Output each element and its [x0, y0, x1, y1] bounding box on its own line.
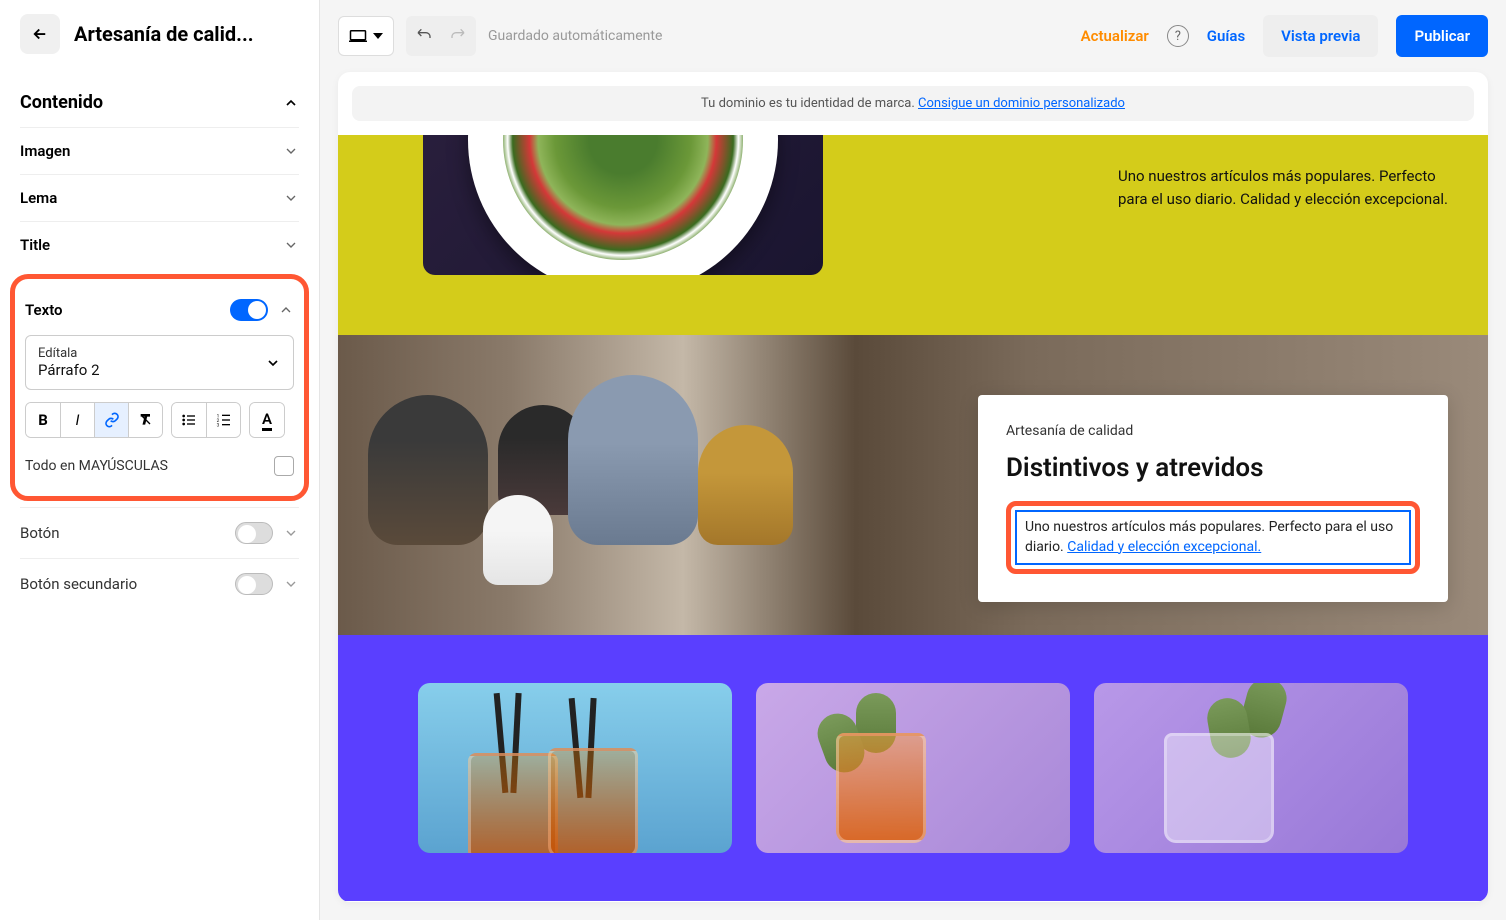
texto-section-highlight: Texto Edítala Párrafo 2 B I [10, 274, 309, 501]
section-title[interactable]: Title [20, 222, 299, 268]
link-button[interactable] [94, 403, 128, 437]
sidebar-title: Artesanía de calid... [74, 22, 254, 46]
text-format-toolbar: B I 123 A [25, 402, 294, 438]
chevron-down-icon [283, 190, 299, 206]
canvas: Tu dominio es tu identidad de marca. Con… [338, 72, 1488, 902]
section-lema[interactable]: Lema [20, 175, 299, 221]
undo-icon [414, 26, 434, 42]
banner-link[interactable]: Consigue un dominio personalizado [918, 96, 1125, 111]
chevron-down-icon [283, 143, 299, 159]
vista-previa-button[interactable]: Vista previa [1263, 15, 1378, 57]
card-subtitle[interactable]: Artesanía de calidad [1006, 423, 1420, 439]
drink-image-1 [418, 683, 732, 853]
section-imagen[interactable]: Imagen [20, 128, 299, 174]
section-label: Texto [25, 301, 63, 319]
chevron-down-icon [283, 525, 299, 541]
section-boton[interactable]: Botón [20, 508, 299, 558]
section-content[interactable]: Contenido [20, 78, 299, 127]
section-label: Lema [20, 189, 57, 207]
sidebar: Artesanía de calid... Contenido Imagen L… [0, 0, 320, 920]
card-text-editable[interactable]: Uno nuestros artículos más populares. Pe… [1015, 510, 1411, 565]
help-icon[interactable]: ? [1167, 25, 1189, 47]
bold-button[interactable]: B [26, 403, 60, 437]
arrow-left-icon [31, 25, 49, 43]
section-label: Imagen [20, 142, 70, 160]
uppercase-option[interactable]: Todo en MAYÚSCULAS [25, 450, 294, 482]
desktop-icon [349, 29, 367, 43]
preview-section-family[interactable]: Artesanía de calidad Distintivos y atrev… [338, 335, 1488, 635]
section-label: Botón [20, 524, 60, 542]
italic-button[interactable]: I [60, 403, 94, 437]
uppercase-checkbox[interactable] [274, 456, 294, 476]
clear-format-button[interactable] [128, 403, 162, 437]
ordered-list-button[interactable]: 123 [206, 403, 240, 437]
card-text-linked: Calidad y elección excepcional. [1067, 539, 1261, 555]
text-color-icon: A [262, 410, 272, 431]
preview-section-yellow[interactable]: Uno nuestros artículos más populares. Pe… [338, 135, 1488, 335]
card-text-highlight: Uno nuestros artículos más populares. Pe… [1006, 501, 1420, 574]
svg-text:3: 3 [216, 423, 219, 428]
back-button[interactable] [20, 14, 60, 54]
style-label: Edítala [38, 346, 100, 361]
chevron-down-icon [265, 355, 281, 371]
section-texto[interactable]: Texto [25, 291, 294, 335]
chevron-up-icon [283, 95, 299, 111]
link-icon [104, 412, 120, 428]
save-status: Guardado automáticamente [488, 28, 662, 44]
domain-banner: Tu dominio es tu identidad de marca. Con… [352, 86, 1474, 121]
banner-text: Tu dominio es tu identidad de marca. [701, 96, 918, 111]
style-value: Párrafo 2 [38, 361, 100, 379]
bullet-list-button[interactable] [172, 403, 206, 437]
ordered-list-icon: 123 [216, 412, 232, 428]
actualizar-link[interactable]: Actualizar [1081, 27, 1149, 45]
top-toolbar: Guardado automáticamente Actualizar ? Gu… [320, 0, 1506, 72]
sidebar-header: Artesanía de calid... [20, 14, 299, 54]
undo-button[interactable] [414, 26, 434, 46]
text-color-button[interactable]: A [250, 403, 284, 437]
chevron-down-icon [283, 237, 299, 253]
drink-image-2 [756, 683, 1070, 853]
texto-toggle[interactable] [230, 299, 268, 321]
section-label: Contenido [20, 92, 103, 113]
salad-image [423, 135, 823, 275]
paragraph-style-select[interactable]: Edítala Párrafo 2 [25, 335, 294, 390]
device-selector[interactable] [338, 16, 394, 56]
card-title[interactable]: Distintivos y atrevidos [1006, 453, 1420, 483]
chevron-up-icon [278, 302, 294, 318]
section-label: Title [20, 236, 50, 254]
yellow-section-text[interactable]: Uno nuestros artículos más populares. Pe… [1118, 165, 1448, 210]
clear-format-icon [138, 412, 154, 428]
boton-toggle[interactable] [235, 522, 273, 544]
preview-section-purple[interactable] [338, 635, 1488, 901]
undo-redo-group [406, 16, 476, 56]
redo-button[interactable] [448, 26, 468, 46]
guias-link[interactable]: Guías [1207, 27, 1245, 45]
caret-down-icon [373, 33, 383, 39]
chevron-down-icon [283, 576, 299, 592]
main-area: Guardado automáticamente Actualizar ? Gu… [320, 0, 1506, 920]
drink-image-3 [1094, 683, 1408, 853]
uppercase-label: Todo en MAYÚSCULAS [25, 458, 168, 474]
publicar-button[interactable]: Publicar [1396, 15, 1488, 57]
section-label: Botón secundario [20, 575, 137, 593]
boton-secundario-toggle[interactable] [235, 573, 273, 595]
italic-icon: I [76, 411, 80, 429]
bold-icon: B [38, 411, 48, 429]
section-boton-secundario[interactable]: Botón secundario [20, 559, 299, 609]
content-card[interactable]: Artesanía de calidad Distintivos y atrev… [978, 395, 1448, 602]
preview-scroll[interactable]: Uno nuestros artículos más populares. Pe… [338, 135, 1488, 902]
bullet-list-icon [181, 412, 197, 428]
redo-icon [448, 26, 468, 42]
